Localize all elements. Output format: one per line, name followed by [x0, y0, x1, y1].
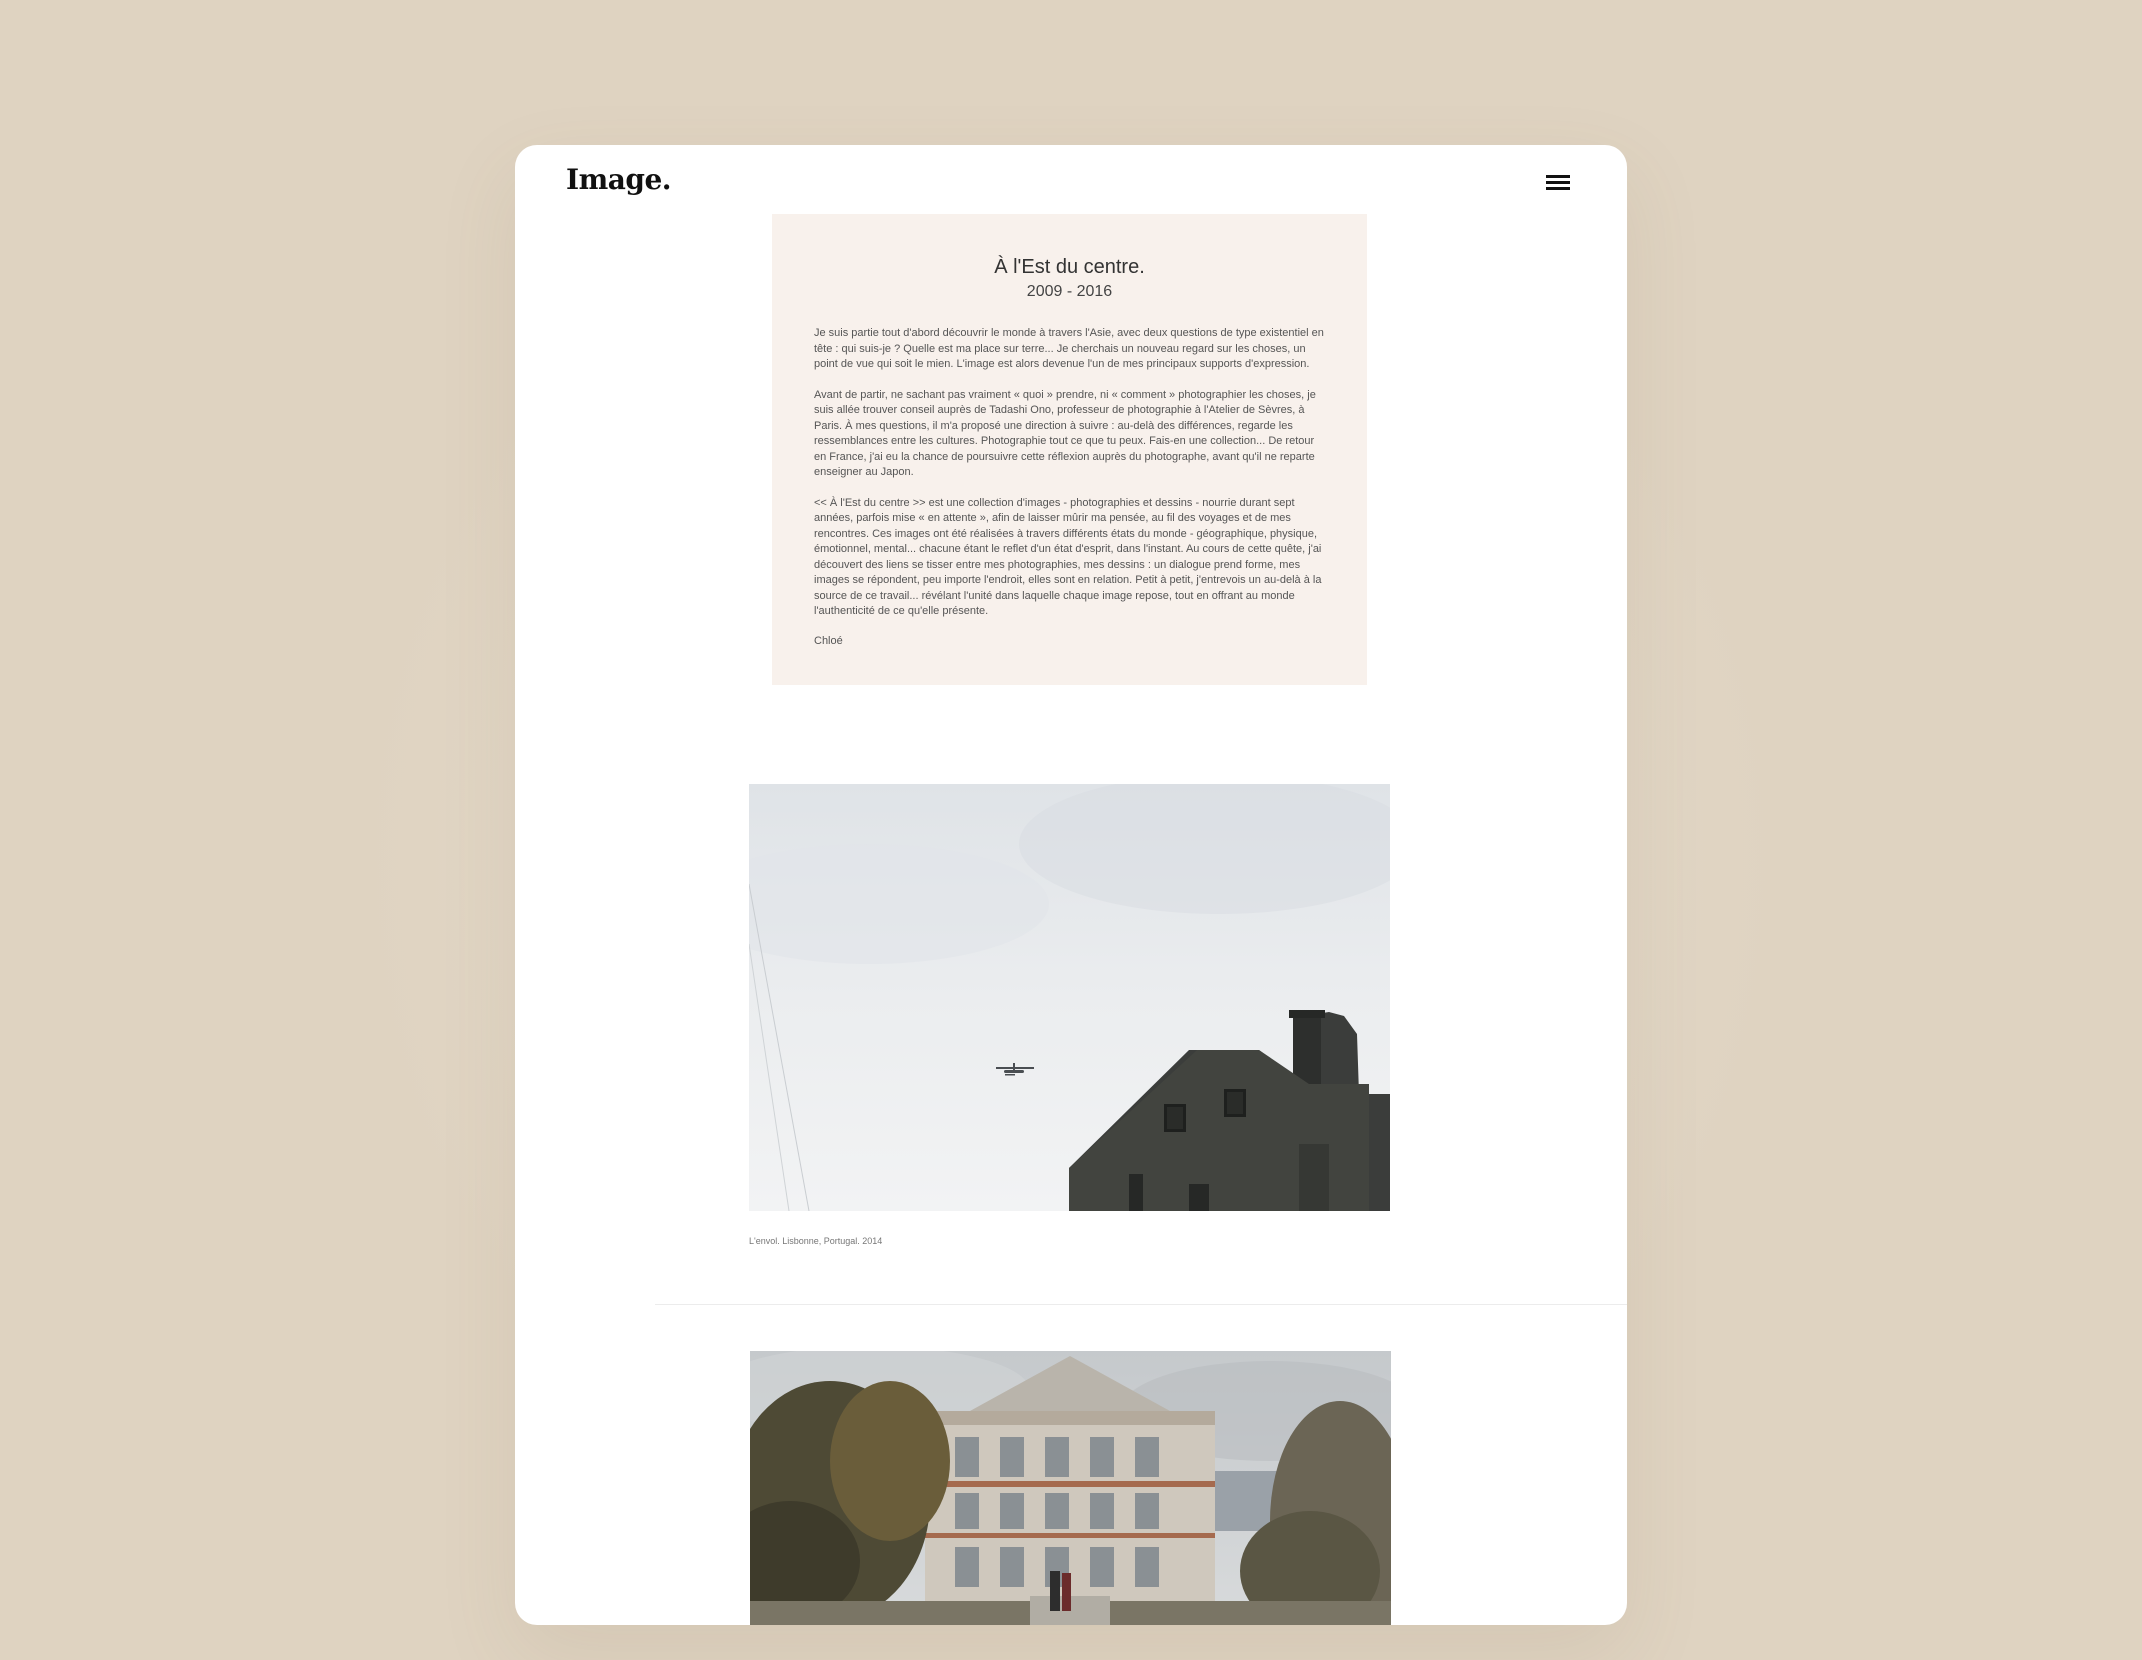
menu-line: [1546, 181, 1570, 184]
intro-paragraph: << À l'Est du centre >> est une collecti…: [814, 496, 1322, 618]
menu-line: [1546, 187, 1570, 190]
intro-paragraph: Avant de partir, ne sachant pas vraiment…: [814, 388, 1316, 479]
hamburger-menu-icon[interactable]: [1546, 173, 1570, 193]
menu-line: [1546, 175, 1570, 178]
site-logo[interactable]: Image.: [566, 163, 672, 196]
intro-years: 2009 - 2016: [1026, 283, 1113, 300]
photo-building-image: [750, 1351, 1391, 1625]
intro-card: À l'Est du centre. 2009 - 2016 Je suis p…: [772, 214, 1367, 685]
divider: [655, 1304, 1627, 1305]
photo-building[interactable]: [750, 1351, 1391, 1625]
intro-paragraph: Je suis partie tout d'abord découvrir le…: [814, 327, 1324, 370]
intro-signature: Chloé: [814, 634, 843, 647]
intro-title: À l'Est du centre.: [994, 256, 1145, 278]
browser-window: Image. À l'Est du centre. 2009 - 2016 Je…: [515, 145, 1627, 1625]
photo-lenvol[interactable]: [749, 784, 1390, 1211]
photo-lenvol-image: [749, 784, 1390, 1211]
photo-caption: L'envol. Lisbonne, Portugal. 2014: [749, 1236, 883, 1246]
